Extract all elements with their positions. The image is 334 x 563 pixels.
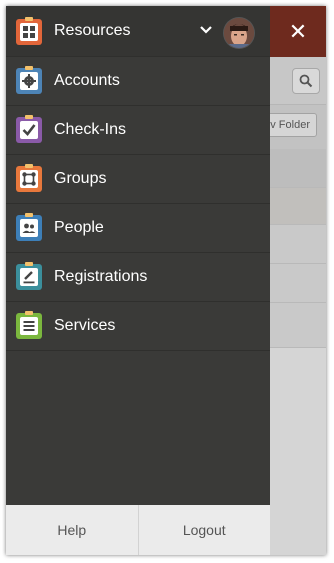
menu-item-groups[interactable]: Groups bbox=[6, 155, 270, 204]
menu-label-resources: Resources bbox=[54, 22, 131, 39]
menu-label-check-ins: Check-Ins bbox=[54, 121, 127, 138]
search-icon bbox=[299, 74, 313, 88]
menu-label-people: People bbox=[54, 219, 104, 236]
menu-item-check-ins[interactable]: Check-Ins bbox=[6, 106, 270, 155]
user-avatar[interactable] bbox=[224, 18, 254, 48]
menu-item-resources[interactable]: Resources bbox=[6, 6, 270, 57]
groups-network-icon bbox=[16, 164, 42, 192]
navigation-drawer: Resources Accounts Check-Ins Groups Peop… bbox=[6, 6, 270, 555]
services-list-icon bbox=[16, 311, 42, 339]
menu-item-accounts[interactable]: Accounts bbox=[6, 57, 270, 106]
help-button[interactable]: Help bbox=[6, 505, 138, 555]
menu-item-registrations[interactable]: Registrations bbox=[6, 253, 270, 302]
resources-grid-icon bbox=[16, 17, 42, 45]
drawer-footer: Help Logout bbox=[6, 505, 270, 555]
menu-label-registrations: Registrations bbox=[54, 268, 148, 285]
avatar-photo bbox=[224, 18, 254, 48]
registrations-pencil-icon bbox=[16, 262, 42, 290]
close-menu-button[interactable]: ✕ bbox=[270, 6, 326, 57]
menu-label-accounts: Accounts bbox=[54, 72, 120, 89]
new-folder-button[interactable]: v Folder bbox=[263, 113, 317, 137]
close-icon: ✕ bbox=[288, 18, 308, 44]
menu-item-services[interactable]: Services bbox=[6, 302, 270, 351]
menu-label-groups: Groups bbox=[54, 170, 107, 187]
chevron-down-icon[interactable] bbox=[198, 22, 214, 38]
search-button[interactable] bbox=[292, 68, 320, 94]
people-users-icon bbox=[16, 213, 42, 241]
check-ins-checkmark-icon bbox=[16, 115, 42, 143]
menu-label-services: Services bbox=[54, 317, 116, 334]
app-window: ✕ v Folder Resources Accounts Check-Ins … bbox=[6, 6, 326, 555]
menu-item-people[interactable]: People bbox=[6, 204, 270, 253]
accounts-gear-icon bbox=[16, 66, 42, 94]
logout-button[interactable]: Logout bbox=[137, 505, 271, 555]
